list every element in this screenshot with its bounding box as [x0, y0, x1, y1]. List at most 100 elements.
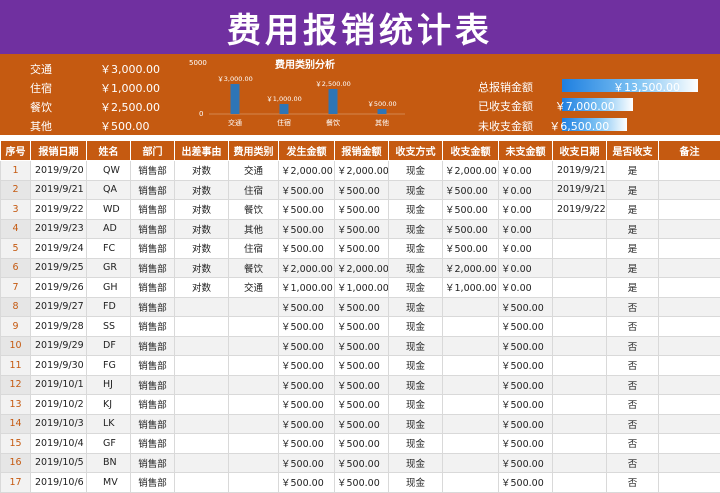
cell-reason[interactable] [174, 452, 229, 473]
header-col-paid-date[interactable]: 收支日期 [552, 140, 607, 161]
cell-category[interactable]: 住宿 [228, 238, 279, 259]
table-row[interactable]: 14 2019/10/3 LK 销售部 ￥500.00 ￥500.00 现金 ￥500.00 否 [0, 413, 720, 434]
cell-remark[interactable] [658, 238, 720, 259]
cell-dept[interactable]: 销售部 [130, 296, 175, 317]
table-row[interactable]: 4 2019/9/23 AD 销售部 对数 其他 ￥500.00 ￥500.00 现金 ￥500.… [0, 218, 720, 239]
cell-incurred[interactable]: ￥500.00 [278, 218, 335, 239]
cell-remark[interactable] [658, 452, 720, 473]
header-col-remark[interactable]: 备注 [658, 140, 720, 161]
cell-date[interactable]: 2019/10/1 [30, 374, 87, 395]
cell-name[interactable]: BN [86, 452, 131, 473]
cell-seq[interactable]: 12 [0, 374, 31, 395]
table-row[interactable]: 15 2019/10/4 GF 销售部 ￥500.00 ￥500.00 现金 ￥500.00 否 [0, 433, 720, 454]
cell-reimbursed[interactable]: ￥500.00 [334, 179, 389, 200]
cell-reimbursed[interactable]: ￥2,000.00 [334, 160, 389, 181]
cell-seq[interactable]: 6 [0, 257, 31, 278]
cell-unpaid[interactable]: ￥500.00 [498, 316, 553, 337]
cell-status[interactable]: 否 [606, 374, 659, 395]
cell-paid-date[interactable] [552, 374, 607, 395]
cell-category[interactable] [228, 394, 279, 415]
table-row[interactable]: 7 2019/9/26 GH 销售部 对数 交通 ￥1,000.00 ￥1,000.00 现金 ￥… [0, 277, 720, 298]
cell-unpaid[interactable]: ￥500.00 [498, 296, 553, 317]
cell-method[interactable]: 现金 [388, 374, 443, 395]
cell-dept[interactable]: 销售部 [130, 257, 175, 278]
cell-remark[interactable] [658, 277, 720, 298]
table-row[interactable]: 6 2019/9/25 GR 销售部 对数 餐饮 ￥2,000.00 ￥2,000.00 现金 ￥… [0, 257, 720, 278]
header-col-category[interactable]: 费用类别 [228, 140, 279, 161]
cell-reimbursed[interactable]: ￥500.00 [334, 355, 389, 376]
cell-incurred[interactable]: ￥500.00 [278, 433, 335, 454]
cell-unpaid[interactable]: ￥0.00 [498, 277, 553, 298]
cell-remark[interactable] [658, 413, 720, 434]
header-col-unpaid[interactable]: 未支金额 [498, 140, 553, 161]
cell-category[interactable]: 交通 [228, 277, 279, 298]
cell-reimbursed[interactable]: ￥500.00 [334, 472, 389, 493]
cell-status[interactable]: 否 [606, 355, 659, 376]
cell-method[interactable]: 现金 [388, 199, 443, 220]
cell-date[interactable]: 2019/9/23 [30, 218, 87, 239]
cell-dept[interactable]: 销售部 [130, 374, 175, 395]
cell-paid-date[interactable]: 2019/9/21 [552, 179, 607, 200]
cell-reimbursed[interactable]: ￥500.00 [334, 296, 389, 317]
cell-reason[interactable] [174, 433, 229, 454]
cell-date[interactable]: 2019/10/4 [30, 433, 87, 454]
cell-paid-date[interactable] [552, 433, 607, 454]
cell-unpaid[interactable]: ￥500.00 [498, 433, 553, 454]
cell-seq[interactable]: 17 [0, 472, 31, 493]
cell-paid[interactable] [442, 316, 499, 337]
cell-reimbursed[interactable]: ￥1,000.00 [334, 277, 389, 298]
cell-status[interactable]: 否 [606, 335, 659, 356]
cell-date[interactable]: 2019/10/2 [30, 394, 87, 415]
cell-dept[interactable]: 销售部 [130, 277, 175, 298]
cell-category[interactable] [228, 433, 279, 454]
cell-name[interactable]: KJ [86, 394, 131, 415]
cell-incurred[interactable]: ￥2,000.00 [278, 257, 335, 278]
cell-dept[interactable]: 销售部 [130, 160, 175, 181]
cell-reimbursed[interactable]: ￥500.00 [334, 394, 389, 415]
cell-name[interactable]: QW [86, 160, 131, 181]
cell-status[interactable]: 是 [606, 160, 659, 181]
cell-reason[interactable] [174, 355, 229, 376]
cell-date[interactable]: 2019/10/6 [30, 472, 87, 493]
cell-method[interactable]: 现金 [388, 257, 443, 278]
table-row[interactable]: 2 2019/9/21 QA 销售部 对数 住宿 ￥500.00 ￥500.00 现金 ￥500.… [0, 179, 720, 200]
cell-paid-date[interactable] [552, 335, 607, 356]
cell-dept[interactable]: 销售部 [130, 218, 175, 239]
cell-incurred[interactable]: ￥500.00 [278, 296, 335, 317]
cell-dept[interactable]: 销售部 [130, 433, 175, 454]
table-row[interactable]: 3 2019/9/22 WD 销售部 对数 餐饮 ￥500.00 ￥500.00 现金 ￥500.… [0, 199, 720, 220]
cell-name[interactable]: LK [86, 413, 131, 434]
cell-unpaid[interactable]: ￥500.00 [498, 355, 553, 376]
cell-status[interactable]: 否 [606, 433, 659, 454]
cell-paid-date[interactable] [552, 413, 607, 434]
cell-unpaid[interactable]: ￥0.00 [498, 160, 553, 181]
cell-status[interactable]: 否 [606, 472, 659, 493]
cell-status[interactable]: 是 [606, 199, 659, 220]
cell-date[interactable]: 2019/9/21 [30, 179, 87, 200]
header-col-method[interactable]: 收支方式 [388, 140, 443, 161]
cell-dept[interactable]: 销售部 [130, 238, 175, 259]
header-col-seq[interactable]: 序号 [0, 140, 31, 161]
cell-method[interactable]: 现金 [388, 277, 443, 298]
cell-reimbursed[interactable]: ￥500.00 [334, 452, 389, 473]
cell-method[interactable]: 现金 [388, 218, 443, 239]
cell-status[interactable]: 否 [606, 296, 659, 317]
cell-remark[interactable] [658, 179, 720, 200]
cell-unpaid[interactable]: ￥500.00 [498, 374, 553, 395]
cell-incurred[interactable]: ￥1,000.00 [278, 277, 335, 298]
cell-seq[interactable]: 10 [0, 335, 31, 356]
cell-incurred[interactable]: ￥500.00 [278, 472, 335, 493]
cell-incurred[interactable]: ￥500.00 [278, 452, 335, 473]
cell-reimbursed[interactable]: ￥500.00 [334, 335, 389, 356]
header-col-status[interactable]: 是否收支 [606, 140, 659, 161]
cell-status[interactable]: 是 [606, 179, 659, 200]
table-row[interactable]: 13 2019/10/2 KJ 销售部 ￥500.00 ￥500.00 现金 ￥500.00 否 [0, 394, 720, 415]
cell-unpaid[interactable]: ￥0.00 [498, 257, 553, 278]
cell-category[interactable] [228, 296, 279, 317]
cell-seq[interactable]: 13 [0, 394, 31, 415]
cell-category[interactable] [228, 316, 279, 337]
cell-remark[interactable] [658, 316, 720, 337]
cell-seq[interactable]: 11 [0, 355, 31, 376]
cell-incurred[interactable]: ￥500.00 [278, 413, 335, 434]
cell-status[interactable]: 是 [606, 257, 659, 278]
